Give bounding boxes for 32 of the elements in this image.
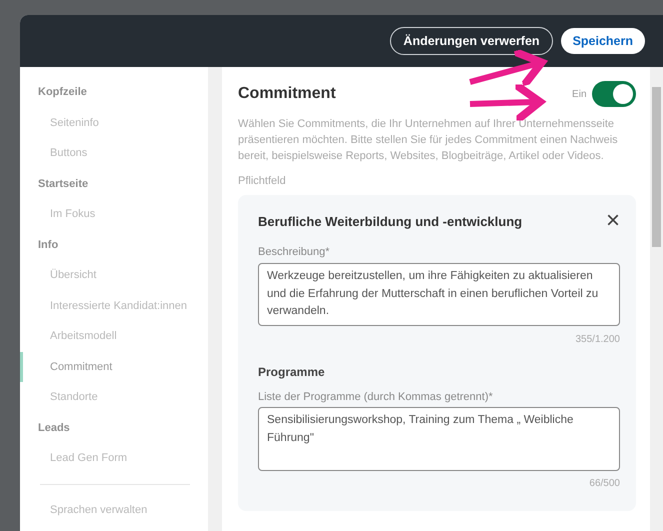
character-counter: 355/1.200 — [574, 332, 620, 347]
field-label: Beschreibung* — [258, 245, 331, 260]
text-area[interactable]: Sensibilisierungsworkshop, Training zum Thema „ Weibliche Führung" — [258, 407, 620, 471]
sidebar-heading: Kopfzeile — [37, 85, 88, 100]
required-note: Pflichtfeld — [238, 174, 287, 189]
character-counter: 66/500 — [588, 477, 620, 492]
toggle-switch[interactable] — [592, 81, 636, 107]
scrollbar[interactable] — [650, 67, 663, 531]
sidebar-item[interactable]: Standorte — [20, 382, 208, 412]
scrollbar[interactable] — [208, 67, 222, 531]
sidebar-heading: Leads — [37, 420, 71, 436]
sidebar-item[interactable]: Seiteninfo — [20, 108, 208, 138]
sidebar-item[interactable]: Im Fokus — [20, 199, 208, 230]
sidebar-item[interactable]: Sprachen verwalten — [20, 494, 208, 525]
sidebar-item[interactable]: Arbeitsmodell — [20, 321, 208, 352]
sidebar-heading: Info — [37, 238, 60, 252]
sidebar-item[interactable]: Lead Gen Form — [20, 443, 208, 474]
field-section-title: Programme — [258, 364, 326, 381]
save-button[interactable]: Speichern — [560, 28, 645, 54]
card-title: Berufliche Weiterbildung und -entwicklung — [258, 212, 522, 231]
sidebar-item[interactable]: Buttons — [20, 138, 208, 168]
field-label: Liste der Programme (durch Kommas getrennt)* — [258, 390, 494, 405]
scrollbar-thumb[interactable] — [652, 87, 661, 247]
section-title: Commitment — [238, 84, 336, 104]
discard-button[interactable]: Änderungen verwerfen — [390, 26, 553, 56]
sidebar-heading: Startseite — [37, 176, 90, 192]
toggle-label: Ein — [572, 88, 586, 102]
close-button[interactable]: × — [606, 209, 620, 234]
sidebar-item[interactable]: Interessierte Kandidat:innen — [20, 290, 208, 321]
text-area[interactable]: Werkzeuge bereitzustellen, um ihre Fähigkeiten zu aktualisieren und die Erfahrung der Mutterschaft in einen beruflichen Vorteil zu verwandeln. — [258, 262, 620, 326]
sidebar-item[interactable]: Übersicht — [20, 260, 208, 290]
description-text: Wählen Sie Commitments, die Ihr Unternehmen auf Ihrer Unternehmensseite präsentieren möchten. Bitte stellen Sie für jedes Commitment einen Nachweis bereit, beispielsweise Reports, Websites, Blogbeiträge, Artikel oder Videos. — [238, 117, 619, 164]
